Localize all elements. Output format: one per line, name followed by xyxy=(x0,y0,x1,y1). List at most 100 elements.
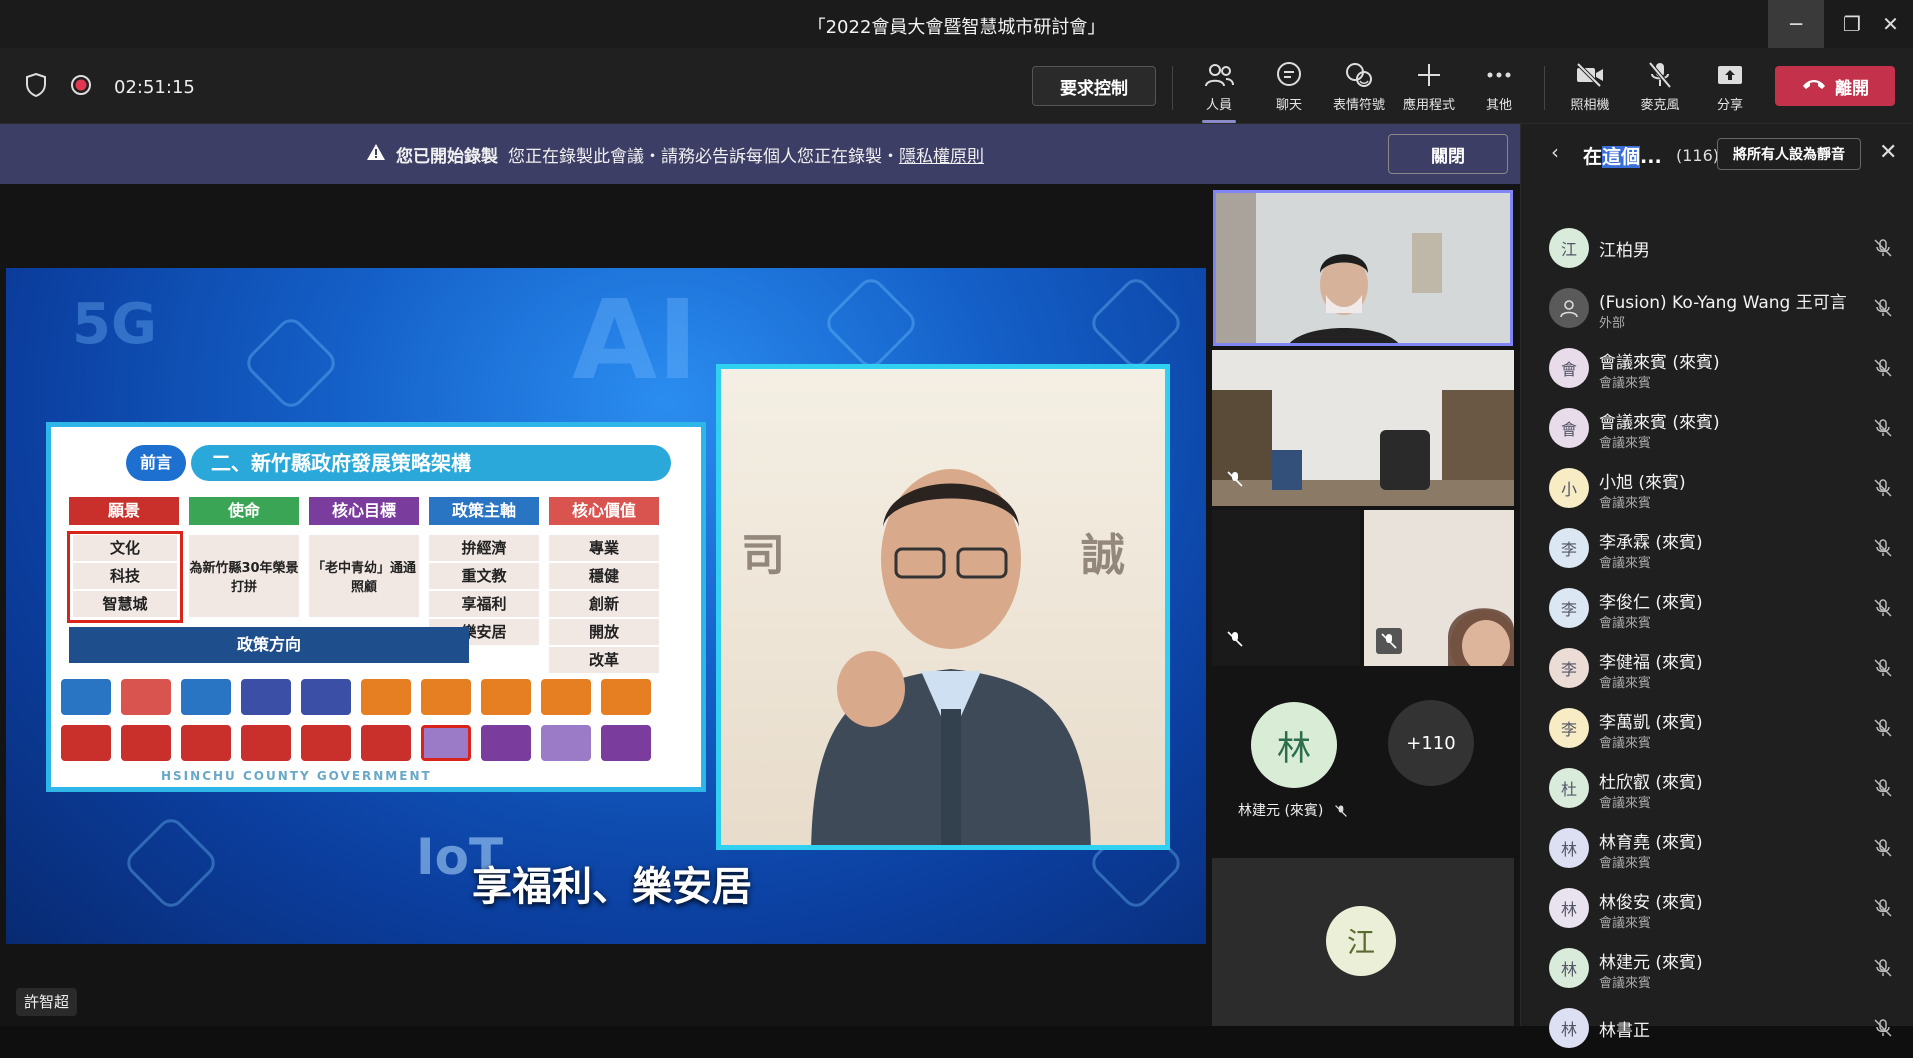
participant-row[interactable]: 杜杜欣叡 (來賓) 會議來賓 xyxy=(1521,758,1913,818)
back-chevron-icon[interactable]: ‹ xyxy=(1551,140,1559,164)
participant-row[interactable]: 林林俊安 (來賓) 會議來賓 xyxy=(1521,878,1913,938)
participant-list: 江江柏男 (Fusion) Ko-Yang Wang 王可言 外部會會議來賓 (來賓… xyxy=(1521,218,1913,1058)
participant-row[interactable]: 會會議來賓 (來賓) 會議來賓 xyxy=(1521,338,1913,398)
strategy-slide: 前言 二、新竹縣政府發展策略架構 願景 使命 核心目標 政策主軸 核心價值 文化… xyxy=(46,422,706,792)
video-tile[interactable] xyxy=(1212,350,1514,506)
participant-name: 林書正 xyxy=(1599,1021,1650,1041)
participant-row[interactable]: (Fusion) Ko-Yang Wang 王可言 外部 xyxy=(1521,278,1913,338)
window-titlebar: 「2022會員大會暨智慧城市研討會」 ─ ❐ ✕ xyxy=(0,0,1913,48)
mic-off-icon[interactable] xyxy=(1873,658,1893,678)
policy-chip xyxy=(601,679,651,715)
policy-chip xyxy=(601,725,651,761)
vision-item: 智慧城 xyxy=(73,591,177,617)
policy-axis-item: 享福利 xyxy=(429,591,539,617)
privacy-link[interactable]: 隱私權原則 xyxy=(899,142,984,167)
policy-chip xyxy=(541,679,591,715)
vision-item: 文化 xyxy=(73,535,177,561)
hex-decoration xyxy=(121,813,221,913)
policy-chip xyxy=(301,725,351,761)
chat-button[interactable]: 聊天 xyxy=(1254,60,1324,113)
participant-avatar: 李 xyxy=(1549,648,1589,688)
participant-role: 會議來賓 xyxy=(1599,676,1652,691)
person-icon xyxy=(1549,288,1589,328)
participant-row[interactable]: 會會議來賓 (來賓) 會議來賓 xyxy=(1521,398,1913,458)
participant-role: 會議來賓 xyxy=(1599,796,1652,811)
mic-off-icon[interactable] xyxy=(1873,298,1893,318)
banner-text: 您正在錄製此會議・請務必告訴每個人您正在錄製・ xyxy=(508,147,899,167)
header-vision: 願景 xyxy=(69,497,179,525)
policy-chip xyxy=(61,679,111,715)
mic-off-icon[interactable] xyxy=(1873,598,1893,618)
slide-title: 二、新竹縣政府發展策略架構 xyxy=(191,445,671,481)
people-label: 人員 xyxy=(1205,98,1232,113)
policy-direction: 政策方向 xyxy=(69,627,469,663)
more-button[interactable]: 其他 xyxy=(1464,60,1534,113)
shield-icon[interactable] xyxy=(24,72,48,102)
slide-caption: 享福利、樂安居 xyxy=(472,864,752,910)
value-item: 開放 xyxy=(549,619,659,645)
participant-row[interactable]: 李李健福 (來賓) 會議來賓 xyxy=(1521,638,1913,698)
value-item: 專業 xyxy=(549,535,659,561)
banner-close-button[interactable]: 關閉 xyxy=(1388,134,1508,174)
policy-chip xyxy=(61,725,111,761)
mic-off-icon[interactable] xyxy=(1873,778,1893,798)
close-window-button[interactable]: ✕ xyxy=(1868,0,1913,48)
participant-avatar: 林 xyxy=(1549,888,1589,928)
mic-off-icon[interactable] xyxy=(1873,538,1893,558)
mic-off-icon[interactable] xyxy=(1873,1018,1893,1038)
phone-hangup-icon xyxy=(1801,76,1827,96)
video-tile-active[interactable] xyxy=(1213,190,1513,346)
participant-row[interactable]: 林林建元 (來賓) 會議來賓 xyxy=(1521,938,1913,998)
participant-avatar[interactable]: 林 xyxy=(1251,702,1337,788)
mic-off-icon[interactable] xyxy=(1873,358,1893,378)
mic-off-icon[interactable] xyxy=(1873,898,1893,918)
camera-button[interactable]: 照相機 xyxy=(1555,60,1625,113)
participant-avatar: 林 xyxy=(1549,948,1589,988)
apps-button[interactable]: 應用程式 xyxy=(1394,60,1464,113)
mute-all-button[interactable]: 將所有人設為靜音 xyxy=(1717,138,1861,170)
participant-row[interactable]: 江江柏男 xyxy=(1521,218,1913,278)
mic-off-icon xyxy=(1334,805,1347,817)
participant-avatar: 杜 xyxy=(1549,768,1589,808)
participant-row[interactable]: 李李萬凱 (來賓) 會議來賓 xyxy=(1521,698,1913,758)
mic-off-icon[interactable] xyxy=(1873,418,1893,438)
hex-decoration xyxy=(821,273,921,373)
participant-role: 會議來賓 xyxy=(1599,736,1652,751)
participant-name: 李健福 (來賓) xyxy=(1599,653,1703,673)
vision-item: 科技 xyxy=(73,563,177,589)
participant-row[interactable]: 李李承霖 (來賓) 會議來賓 xyxy=(1521,518,1913,578)
people-button[interactable]: 人員 xyxy=(1184,60,1254,123)
mic-off-icon[interactable] xyxy=(1873,238,1893,258)
header-goal: 核心目標 xyxy=(309,497,419,525)
more-participants-button[interactable]: +110 xyxy=(1388,700,1474,786)
mic-off-icon[interactable] xyxy=(1873,838,1893,858)
speaker-figure xyxy=(811,469,1091,845)
minimize-button[interactable]: ─ xyxy=(1768,0,1824,48)
share-button[interactable]: 分享 xyxy=(1695,60,1765,113)
reactions-button[interactable]: 表情符號 xyxy=(1324,60,1394,113)
policy-chip xyxy=(541,725,591,761)
participant-row[interactable]: 小小旭 (來賓) 會議來賓 xyxy=(1521,458,1913,518)
participant-video xyxy=(1212,350,1514,506)
speaker-video: 司 誠 xyxy=(716,364,1170,850)
participant-row[interactable]: 李李俊仁 (來賓) 會議來賓 xyxy=(1521,578,1913,638)
more-dots-icon xyxy=(1464,60,1534,90)
reactions-icon xyxy=(1324,60,1394,90)
close-icon[interactable]: ✕ xyxy=(1879,140,1897,165)
mic-off-icon[interactable] xyxy=(1873,478,1893,498)
mic-label: 麥克風 xyxy=(1640,98,1680,113)
leave-button[interactable]: 離開 xyxy=(1775,66,1895,106)
video-tile[interactable] xyxy=(1364,510,1514,666)
policy-axis-item: 重文教 xyxy=(429,563,539,589)
video-tile-off[interactable] xyxy=(1212,510,1360,666)
participant-avatar: 會 xyxy=(1549,348,1589,388)
mission-text: 為新竹縣30年榮景打拼 xyxy=(189,535,299,617)
request-control-button[interactable]: 要求控制 xyxy=(1032,66,1156,106)
participant-row[interactable]: 林林育堯 (來賓) 會議來賓 xyxy=(1521,818,1913,878)
mic-off-icon[interactable] xyxy=(1873,718,1893,738)
participant-name: 會議來賓 (來賓) xyxy=(1599,413,1720,433)
participant-row[interactable]: 林林書正 xyxy=(1521,998,1913,1058)
video-tile-avatar[interactable]: 江 xyxy=(1212,858,1514,1026)
mic-off-icon[interactable] xyxy=(1873,958,1893,978)
mic-button[interactable]: 麥克風 xyxy=(1625,60,1695,113)
